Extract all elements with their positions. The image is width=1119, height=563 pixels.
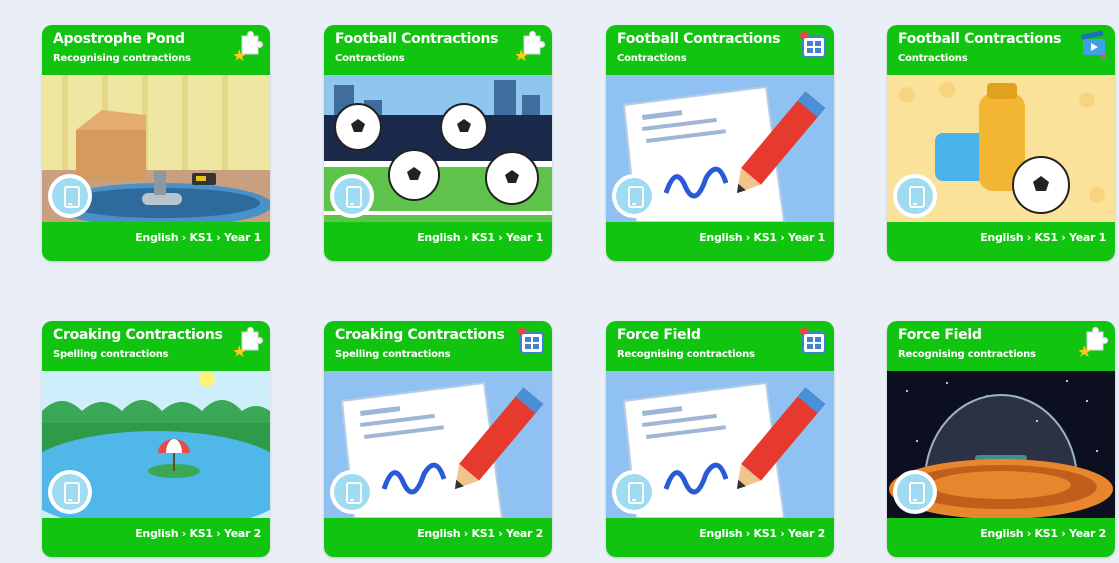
- card-header: Croaking Contractions Spelling contracti…: [324, 321, 552, 371]
- card-title: Croaking Contractions: [335, 327, 505, 343]
- card-breadcrumb: English › KS1 › Year 2: [980, 527, 1106, 540]
- worksheet-icon: [799, 30, 826, 58]
- card-title: Croaking Contractions: [53, 327, 223, 343]
- card-footer: English › KS1 › Year 2: [324, 518, 552, 557]
- card-footer: English › KS1 › Year 2: [606, 518, 834, 557]
- puzzle-icon: [516, 30, 546, 61]
- tablet-icon: [612, 470, 656, 514]
- resource-card[interactable]: Football Contractions Contractions Engli…: [606, 25, 834, 261]
- card-title: Apostrophe Pond: [53, 31, 185, 47]
- card-title: Force Field: [617, 327, 701, 343]
- card-footer: English › KS1 › Year 1: [887, 222, 1115, 261]
- card-subtitle: Recognising contractions: [53, 53, 191, 64]
- tablet-icon: [893, 470, 937, 514]
- card-image-worksheet-scene: [606, 75, 834, 222]
- card-title: Football Contractions: [335, 31, 499, 47]
- resource-card[interactable]: Croaking Contractions Spelling contracti…: [324, 321, 552, 557]
- card-image-kit-scene: [887, 75, 1115, 222]
- card-subtitle: Contractions: [898, 53, 968, 64]
- card-subtitle: Recognising contractions: [898, 349, 1036, 360]
- resource-card[interactable]: Football Contractions Contractions Engli…: [324, 25, 552, 261]
- resource-grid: Apostrophe Pond Recognising contractions: [0, 0, 1119, 563]
- card-subtitle: Spelling contractions: [53, 349, 169, 360]
- video-icon: [1081, 30, 1107, 60]
- card-image-pond-scene: [42, 75, 270, 222]
- card-footer: English › KS1 › Year 1: [606, 222, 834, 261]
- card-footer: English › KS1 › Year 2: [887, 518, 1115, 557]
- worksheet-icon: [799, 326, 826, 354]
- card-image-worksheet-scene: [324, 371, 552, 518]
- card-subtitle: Contractions: [617, 53, 687, 64]
- tablet-icon: [612, 174, 656, 218]
- card-footer: English › KS1 › Year 2: [42, 518, 270, 557]
- tablet-icon: [893, 174, 937, 218]
- resource-card[interactable]: Force Field Recognising contractions Eng…: [606, 321, 834, 557]
- card-image-worksheet-scene: [606, 371, 834, 518]
- card-breadcrumb: English › KS1 › Year 2: [417, 527, 543, 540]
- tablet-icon: [48, 174, 92, 218]
- card-breadcrumb: English › KS1 › Year 2: [135, 527, 261, 540]
- resource-card[interactable]: Football Contractions Contractions Engli…: [887, 25, 1115, 261]
- puzzle-icon: [1079, 326, 1109, 357]
- tablet-icon: [48, 470, 92, 514]
- card-title: Force Field: [898, 327, 982, 343]
- card-header: Football Contractions Contractions: [606, 25, 834, 75]
- card-header: Force Field Recognising contractions: [887, 321, 1115, 371]
- card-subtitle: Spelling contractions: [335, 349, 451, 360]
- card-header: Force Field Recognising contractions: [606, 321, 834, 371]
- puzzle-icon: [234, 30, 264, 61]
- card-subtitle: Contractions: [335, 53, 405, 64]
- card-breadcrumb: English › KS1 › Year 2: [699, 527, 825, 540]
- card-header: Football Contractions Contractions: [324, 25, 552, 75]
- card-breadcrumb: English › KS1 › Year 1: [417, 231, 543, 244]
- resource-card[interactable]: Force Field Recognising contractions Eng…: [887, 321, 1115, 557]
- card-title: Football Contractions: [898, 31, 1062, 47]
- card-breadcrumb: English › KS1 › Year 1: [699, 231, 825, 244]
- worksheet-icon: [517, 326, 544, 354]
- puzzle-icon: [234, 326, 264, 357]
- card-breadcrumb: English › KS1 › Year 1: [980, 231, 1106, 244]
- card-image-footballs-scene: [324, 75, 552, 222]
- resource-card[interactable]: Apostrophe Pond Recognising contractions: [42, 25, 270, 261]
- card-footer: English › KS1 › Year 1: [324, 222, 552, 261]
- card-breadcrumb: English › KS1 › Year 1: [135, 231, 261, 244]
- card-image-space-dome-scene: [887, 371, 1115, 518]
- card-header: Apostrophe Pond Recognising contractions: [42, 25, 270, 75]
- card-image-lake-scene: [42, 371, 270, 518]
- tablet-icon: [330, 174, 374, 218]
- card-footer: English › KS1 › Year 1: [42, 222, 270, 261]
- card-title: Football Contractions: [617, 31, 781, 47]
- card-subtitle: Recognising contractions: [617, 349, 755, 360]
- tablet-icon: [330, 470, 374, 514]
- resource-card[interactable]: Croaking Contractions Spelling contracti…: [42, 321, 270, 557]
- card-header: Croaking Contractions Spelling contracti…: [42, 321, 270, 371]
- card-header: Football Contractions Contractions: [887, 25, 1115, 75]
